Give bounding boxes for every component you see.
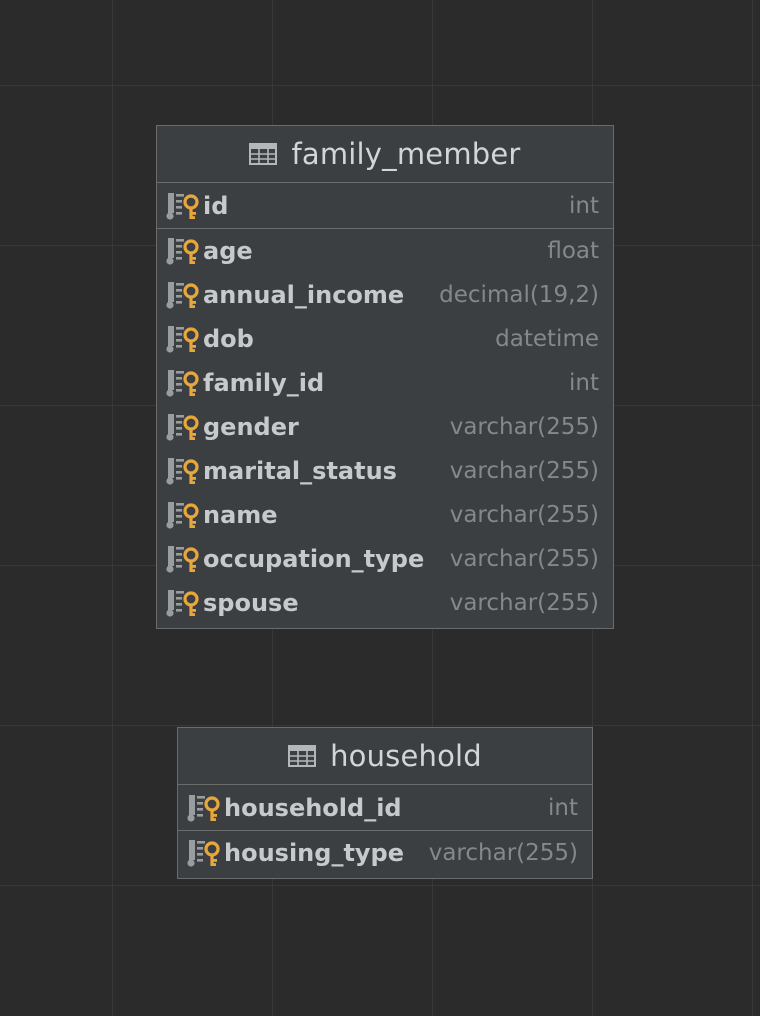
column-row-household-id[interactable]: household_id int xyxy=(178,785,592,831)
column-row-housing-type[interactable]: housing_type varchar(255) xyxy=(178,831,592,875)
column-type: varchar(255) xyxy=(449,502,599,528)
column-name: name xyxy=(203,501,278,529)
column-key-icon xyxy=(165,236,199,266)
column-row-gender[interactable]: gender varchar(255) xyxy=(157,405,613,449)
column-row-annual-income[interactable]: annual_income decimal(19,2) xyxy=(157,273,613,317)
column-key-icon xyxy=(165,500,199,530)
column-type: varchar(255) xyxy=(428,840,578,866)
column-row-dob[interactable]: dob datetime xyxy=(157,317,613,361)
column-key-icon xyxy=(165,191,199,221)
column-name: occupation_type xyxy=(203,545,425,573)
column-name: id xyxy=(203,191,229,220)
column-row-age[interactable]: age float xyxy=(157,229,613,273)
column-row-id[interactable]: id int xyxy=(157,183,613,229)
column-name: dob xyxy=(203,325,254,353)
column-key-icon xyxy=(165,412,199,442)
column-name: spouse xyxy=(203,589,299,617)
column-row-family-id[interactable]: family_id int xyxy=(157,361,613,405)
column-key-icon xyxy=(165,324,199,354)
column-name: marital_status xyxy=(203,457,397,485)
column-type: int xyxy=(548,794,578,821)
diagram-canvas[interactable]: family_member id int age float annual_in… xyxy=(0,0,760,1016)
column-row-occupation-type[interactable]: occupation_type varchar(255) xyxy=(157,537,613,581)
column-key-icon xyxy=(165,544,199,574)
column-type: varchar(255) xyxy=(449,414,599,440)
column-key-icon xyxy=(165,368,199,398)
table-title: household xyxy=(330,739,482,773)
table-household[interactable]: household household_id int housing_type … xyxy=(177,727,593,879)
column-type: int xyxy=(569,192,599,219)
column-name: annual_income xyxy=(203,281,405,309)
column-key-icon xyxy=(165,280,199,310)
table-family-member[interactable]: family_member id int age float annual_in… xyxy=(156,125,614,629)
column-name: housing_type xyxy=(224,839,405,867)
column-row-marital-status[interactable]: marital_status varchar(255) xyxy=(157,449,613,493)
column-type: decimal(19,2) xyxy=(439,282,599,308)
table-icon xyxy=(249,143,277,165)
column-name: age xyxy=(203,237,253,265)
column-type: float xyxy=(547,238,599,264)
column-key-icon xyxy=(186,793,220,823)
column-name: household_id xyxy=(224,793,402,822)
column-key-icon xyxy=(165,588,199,618)
column-key-icon xyxy=(165,456,199,486)
column-key-icon xyxy=(186,838,220,868)
column-type: varchar(255) xyxy=(449,590,599,616)
column-type: int xyxy=(569,370,599,396)
table-header[interactable]: household xyxy=(178,728,592,785)
column-type: datetime xyxy=(495,326,599,352)
column-row-spouse[interactable]: spouse varchar(255) xyxy=(157,581,613,625)
column-name: gender xyxy=(203,413,299,441)
column-type: varchar(255) xyxy=(449,458,599,484)
table-icon xyxy=(288,745,316,767)
column-row-name[interactable]: name varchar(255) xyxy=(157,493,613,537)
column-name: family_id xyxy=(203,369,325,397)
table-header[interactable]: family_member xyxy=(157,126,613,183)
table-title: family_member xyxy=(291,137,521,171)
column-type: varchar(255) xyxy=(449,546,599,572)
